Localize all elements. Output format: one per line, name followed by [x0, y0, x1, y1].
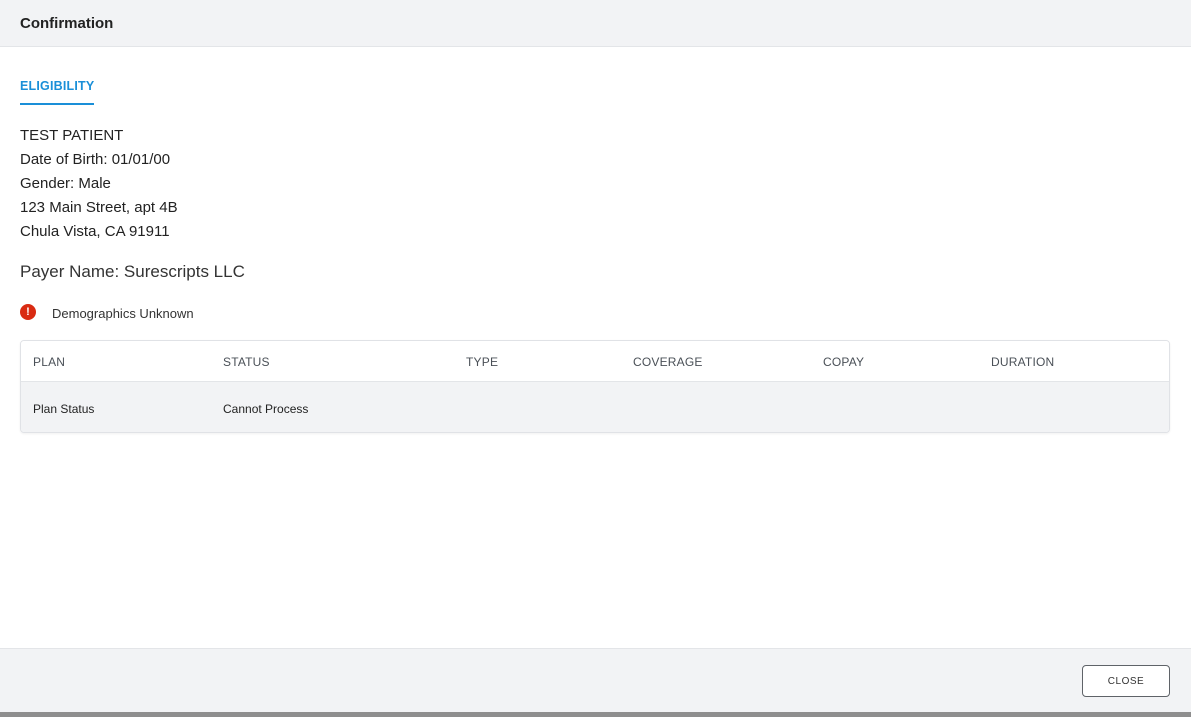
column-header-type: TYPE [466, 355, 499, 369]
patient-gender: Gender: Male [20, 175, 111, 192]
warning-text: Demographics Unknown [52, 305, 194, 321]
patient-address-line2: Chula Vista, CA 91911 [20, 223, 170, 240]
patient-dob: Date of Birth: 01/01/00 [20, 151, 171, 168]
cell-plan: Plan Status [33, 402, 95, 416]
table-row: Plan Status Cannot Process [21, 382, 1169, 432]
demographics-warning: ! Demographics Unknown [20, 302, 194, 322]
column-header-plan: PLAN [33, 355, 66, 369]
close-button[interactable]: CLOSE [1082, 665, 1170, 697]
cell-status: Cannot Process [223, 402, 309, 416]
column-header-status: STATUS [223, 355, 270, 369]
payer-name: Payer Name: Surescripts LLC [20, 262, 245, 281]
eligibility-table: PLAN STATUS TYPE COVERAGE COPAY DURATION… [20, 340, 1170, 433]
dialog-header: Confirmation [0, 0, 1191, 47]
column-header-coverage: COVERAGE [633, 355, 703, 369]
exclamation-circle-icon: ! [20, 304, 36, 320]
table-header: PLAN STATUS TYPE COVERAGE COPAY DURATION [21, 341, 1169, 382]
patient-name: TEST PATIENT [20, 127, 124, 144]
patient-address-line1: 123 Main Street, apt 4B [20, 199, 178, 216]
tab-eligibility[interactable]: ELIGIBILITY [20, 79, 95, 105]
column-header-duration: DURATION [991, 355, 1055, 369]
window-bottom-edge [0, 712, 1191, 717]
confirmation-dialog: Confirmation ELIGIBILITY TEST PATIENT Da… [0, 0, 1191, 712]
patient-info: TEST PATIENT Date of Birth: 01/01/00 Gen… [20, 124, 178, 244]
column-header-copay: COPAY [823, 355, 865, 369]
dialog-title: Confirmation [20, 15, 114, 32]
dialog-footer: CLOSE [0, 648, 1191, 712]
